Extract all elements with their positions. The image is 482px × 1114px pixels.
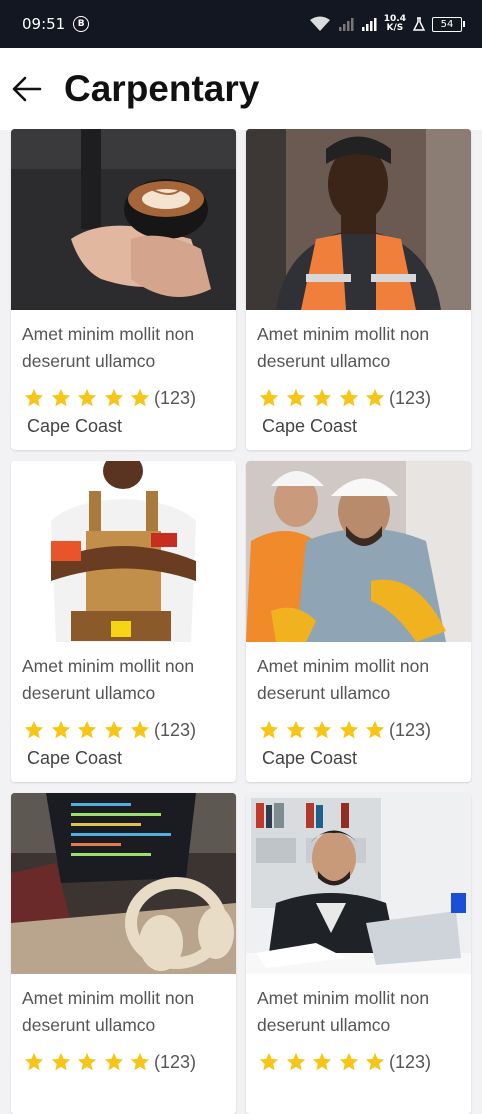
- star-icon: [78, 388, 97, 407]
- card-title: Amet minim mollit non deserunt ullamco: [22, 656, 195, 703]
- star-icon: [78, 720, 97, 739]
- signal-weak-icon: [338, 18, 354, 31]
- rating-row: (123): [23, 1050, 236, 1074]
- star-icon: [366, 388, 385, 407]
- star-icon: [339, 1052, 358, 1071]
- star-icon: [24, 388, 44, 407]
- star-icon: [339, 720, 358, 739]
- star-icon: [78, 1052, 97, 1071]
- star-icon: [51, 720, 70, 739]
- battery-icon: 54: [432, 16, 465, 32]
- rating-row: (123): [258, 1050, 471, 1074]
- network-speed: 10.4 K/S: [384, 15, 406, 33]
- location-label: Cape Coast: [262, 416, 358, 436]
- star-icon: [366, 1052, 385, 1071]
- rating-row: (123): [258, 718, 471, 742]
- rating-row: (123): [23, 386, 236, 410]
- star-icon: [24, 720, 44, 739]
- star-icon: [286, 388, 305, 407]
- rating-count: (123): [153, 1051, 196, 1072]
- star-icon: [131, 720, 150, 739]
- battery-level: 54: [440, 18, 454, 30]
- star-icon: [51, 1052, 70, 1071]
- location-label: Cape Coast: [262, 748, 358, 768]
- provider-card[interactable]: Amet minim mollit non deserunt ullamco (…: [11, 461, 236, 782]
- man-studying-image: [246, 793, 471, 974]
- star-icon: [366, 720, 385, 739]
- rating-count: (123): [153, 387, 196, 408]
- star-icon: [259, 1052, 279, 1071]
- location-label: Cape Coast: [27, 416, 123, 436]
- provider-card[interactable]: Amet minim mollit non deserunt ullamco (…: [246, 793, 471, 1114]
- star-icon: [259, 388, 279, 407]
- location-label: Cape Coast: [27, 748, 123, 768]
- rating-row: (123): [258, 386, 471, 410]
- laptop-headphones-image: [11, 793, 236, 974]
- status-bar: 09:51 B 10.4 K/S 54: [0, 0, 482, 48]
- signal-strong-icon: [361, 18, 377, 31]
- card-title: Amet minim mollit non deserunt ullamco: [257, 324, 430, 371]
- card-title: Amet minim mollit non deserunt ullamco: [22, 988, 195, 1035]
- provider-card[interactable]: Amet minim mollit non deserunt ullamco (…: [11, 793, 236, 1114]
- star-icon: [313, 720, 332, 739]
- rating-count: (123): [388, 387, 431, 408]
- barista-coffee-image: [11, 129, 236, 310]
- star-icon: [313, 388, 332, 407]
- rating-row: (123): [23, 718, 236, 742]
- flask-icon: [413, 17, 425, 31]
- provider-card[interactable]: Amet minim mollit non deserunt ullamco (…: [246, 461, 471, 782]
- status-right: 10.4 K/S 54: [309, 15, 465, 33]
- star-icon: [104, 388, 123, 407]
- page-title: Carpentary: [64, 68, 260, 109]
- rating-count: (123): [388, 1051, 431, 1072]
- arrow-left-icon: [12, 76, 42, 102]
- card-title: Amet minim mollit non deserunt ullamco: [22, 324, 195, 371]
- notification-badge-icon: B: [73, 16, 90, 32]
- status-time: 09:51: [22, 15, 66, 33]
- speed-unit: K/S: [386, 23, 404, 33]
- worker-safety-vest-image: [246, 129, 471, 310]
- card-title: Amet minim mollit non deserunt ullamco: [257, 656, 430, 703]
- rating-count: (123): [388, 719, 431, 740]
- engineers-hard-hats-image: [246, 461, 471, 642]
- provider-card[interactable]: Amet minim mollit non deserunt ullamco (…: [246, 129, 471, 450]
- star-icon: [24, 1052, 44, 1071]
- star-icon: [339, 388, 358, 407]
- wifi-icon: [309, 16, 330, 31]
- app-bar: Carpentary: [0, 48, 482, 130]
- star-icon: [313, 1052, 332, 1071]
- star-icon: [104, 720, 123, 739]
- star-icon: [286, 720, 305, 739]
- star-icon: [286, 1052, 305, 1071]
- back-button[interactable]: [12, 74, 42, 104]
- star-icon: [131, 1052, 150, 1071]
- star-icon: [131, 388, 150, 407]
- card-title: Amet minim mollit non deserunt ullamco: [257, 988, 430, 1035]
- star-icon: [51, 388, 70, 407]
- rating-count: (123): [153, 719, 196, 740]
- star-icon: [259, 720, 279, 739]
- star-icon: [104, 1052, 123, 1071]
- carpenter-tool-belt-image: [11, 461, 236, 642]
- provider-grid: Amet minim mollit non deserunt ullamco (…: [11, 129, 471, 1114]
- provider-card[interactable]: Amet minim mollit non deserunt ullamco (…: [11, 129, 236, 450]
- status-left: 09:51 B: [22, 15, 90, 33]
